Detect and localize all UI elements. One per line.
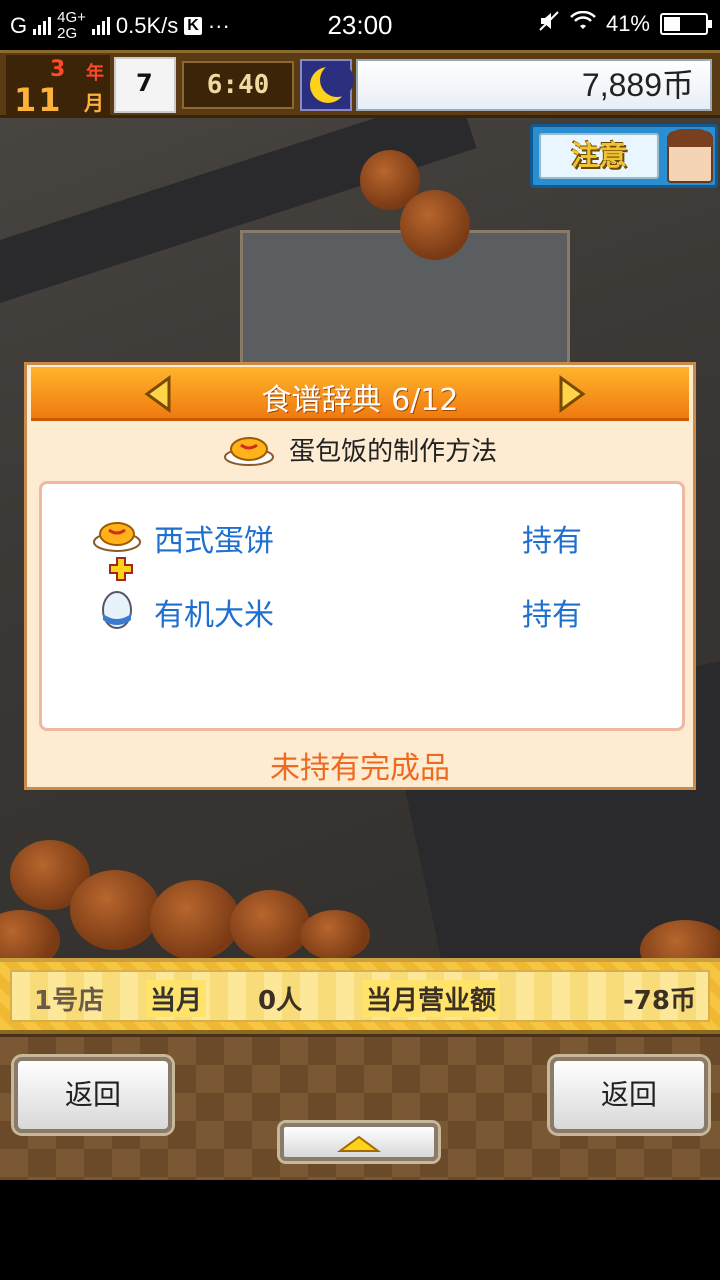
omelette-icon (92, 510, 142, 560)
dialog-title: 食谱辞典 6/12 (261, 383, 459, 418)
expand-menu-button[interactable] (280, 1123, 438, 1161)
store-label: 1号店 (34, 986, 105, 1016)
secretary-avatar-icon (667, 129, 713, 183)
back-button-right[interactable]: 返回 (550, 1057, 708, 1133)
clock-day: 7 (136, 69, 153, 97)
year-label: 年 (86, 63, 104, 84)
revenue-label: 当月营业额 (362, 980, 501, 1017)
ingredient-row[interactable]: 有机大米 持有 (92, 584, 652, 634)
tree (300, 910, 370, 960)
omurice-icon (223, 431, 275, 474)
dialog-header: 食谱辞典 6/12 (31, 367, 689, 421)
game-time: 6:40 (182, 61, 294, 109)
moon-icon (300, 59, 354, 111)
money-display: 7,889币 (356, 59, 712, 111)
month-number: 11 (14, 81, 63, 119)
store-info-inner: 1号店 当月 0人 当月营业额 -78币 (10, 970, 710, 1022)
ingredient-row[interactable]: 西式蛋饼 持有 (92, 510, 652, 560)
completion-status: 未持有完成品 (270, 751, 450, 786)
ingredients-panel: 西式蛋饼 持有 有机大米 持有 (39, 481, 685, 731)
recipe-heading: 蛋包饭的制作方法 (27, 431, 693, 474)
top-hud: 3 年 11 月 7 6:40 7,889币 (0, 50, 720, 119)
calendar-clock-icon: 7 (114, 57, 176, 113)
battery-percent: 41% (605, 11, 650, 36)
next-page-arrow-icon[interactable] (555, 375, 589, 413)
month-label: 月 (84, 91, 104, 115)
ingredient-name: 西式蛋饼 (154, 524, 274, 559)
date-panel: 3 年 11 月 (6, 55, 110, 119)
attention-label: 注意 (539, 133, 659, 179)
ingredient-status: 持有 (522, 598, 582, 633)
mute-icon (538, 10, 560, 38)
year-number: 3 (50, 57, 66, 82)
attention-button[interactable]: 注意 (530, 124, 718, 188)
arrow-up-icon (336, 1135, 382, 1152)
rice-icon (92, 584, 142, 634)
plus-icon (108, 556, 134, 582)
wifi-icon (570, 10, 596, 37)
tree (70, 870, 160, 950)
tree (150, 880, 240, 960)
tree (230, 890, 310, 960)
back-button-left[interactable]: 返回 (14, 1057, 172, 1133)
status-right: 41% (538, 10, 712, 38)
store-info-bar[interactable]: 1号店 当月 0人 当月营业额 -78币 (0, 958, 720, 1034)
customer-count: 0人 (258, 986, 303, 1016)
month-label: 当月 (146, 980, 207, 1017)
ingredient-status: 持有 (522, 524, 582, 559)
revenue-value: -78币 (623, 986, 696, 1016)
tree (400, 190, 470, 260)
ingredient-name: 有机大米 (154, 598, 274, 633)
recipe-dictionary-dialog: 食谱辞典 6/12 蛋包饭的制作方法 西式蛋饼 持有 有机大米 持有 未持有完成… (24, 362, 696, 790)
recipe-title: 蛋包饭的制作方法 (289, 437, 498, 467)
battery-icon (660, 13, 712, 35)
bottom-panel: 返回 返回 (0, 1034, 720, 1180)
status-bar: G 4G+ 2G 0.5K/s K ··· 23:00 41% (0, 0, 720, 50)
